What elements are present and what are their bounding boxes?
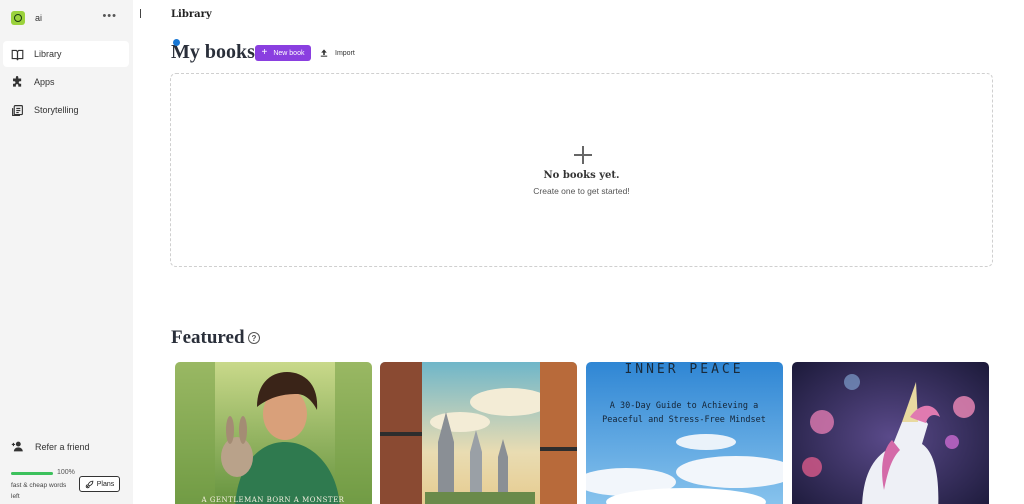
refer-a-friend[interactable]: Refer a friend — [11, 440, 90, 453]
empty-title: No books yet. — [543, 170, 620, 181]
refer-label: Refer a friend — [35, 441, 90, 452]
featured-book-card[interactable]: A GENTLEMAN BORN A MONSTER — [175, 362, 372, 504]
sidebar-item-label: Library — [34, 49, 62, 59]
sidebar-item-storytelling[interactable]: Storytelling — [3, 97, 129, 123]
import-label: Import — [335, 49, 355, 57]
book-cover-image: A GENTLEMAN BORN A MONSTER — [175, 362, 372, 504]
workspace-logo-icon — [11, 11, 25, 25]
book-cover-image: INNER PEACE A 30-Day Guide to Achieving … — [586, 362, 783, 504]
breadcrumb: Library — [171, 9, 212, 20]
book-cover-title: A GENTLEMAN BORN A MONSTER — [201, 496, 345, 504]
sidebar: ai ••• Library Apps Storytelling Refer a… — [0, 0, 133, 504]
book-cover-title: INNER PEACE — [624, 362, 743, 377]
upload-icon — [320, 49, 328, 57]
book-cover-subtitle-line1: A 30-Day Guide to Achieving a — [610, 401, 758, 411]
usage-percent: 100% — [57, 469, 75, 476]
import-button[interactable]: Import — [320, 45, 355, 61]
featured-book-card[interactable] — [792, 362, 989, 504]
sidebar-collapse-handle[interactable] — [140, 9, 141, 18]
featured-book-card[interactable]: INNER PEACE A 30-Day Guide to Achieving … — [586, 362, 783, 504]
puzzle-icon — [13, 75, 22, 87]
notification-dot — [173, 39, 180, 46]
plans-label: Plans — [96, 480, 115, 488]
workspace-switcher[interactable]: ai ••• — [11, 11, 121, 25]
sidebar-item-library[interactable]: Library — [3, 41, 129, 67]
usage-progress-bar — [11, 472, 53, 475]
featured-book-card[interactable] — [380, 362, 577, 504]
book-cover-image — [380, 362, 577, 504]
storytelling-icon — [12, 104, 23, 116]
new-book-button[interactable]: + New book — [255, 45, 311, 61]
more-options-icon[interactable]: ••• — [102, 11, 117, 22]
help-icon[interactable]: ? — [248, 332, 260, 344]
usage-words-label: fast & cheap words left — [11, 482, 67, 500]
empty-subtitle: Create one to get started! — [533, 186, 630, 196]
books-empty-state[interactable]: No books yet. Create one to get started! — [170, 73, 993, 267]
add-book-icon[interactable] — [574, 146, 592, 164]
sidebar-item-label: Storytelling — [34, 105, 79, 115]
workspace-name: ai — [35, 13, 43, 23]
my-books-heading: My books — [171, 41, 255, 63]
book-cover-subtitle-line2: Peaceful and Stress-Free Mindset — [602, 415, 766, 425]
book-icon — [11, 49, 24, 60]
featured-heading: Featured — [171, 327, 245, 348]
new-book-label: New book — [273, 49, 305, 57]
usage-progress-fill — [11, 472, 53, 475]
add-user-icon — [11, 441, 23, 452]
plans-button[interactable]: Plans — [79, 476, 120, 492]
sidebar-item-apps[interactable]: Apps — [3, 69, 129, 95]
book-cover-image — [792, 362, 989, 504]
plus-icon: + — [261, 47, 268, 58]
sidebar-item-label: Apps — [34, 77, 55, 87]
rocket-icon — [85, 480, 94, 489]
